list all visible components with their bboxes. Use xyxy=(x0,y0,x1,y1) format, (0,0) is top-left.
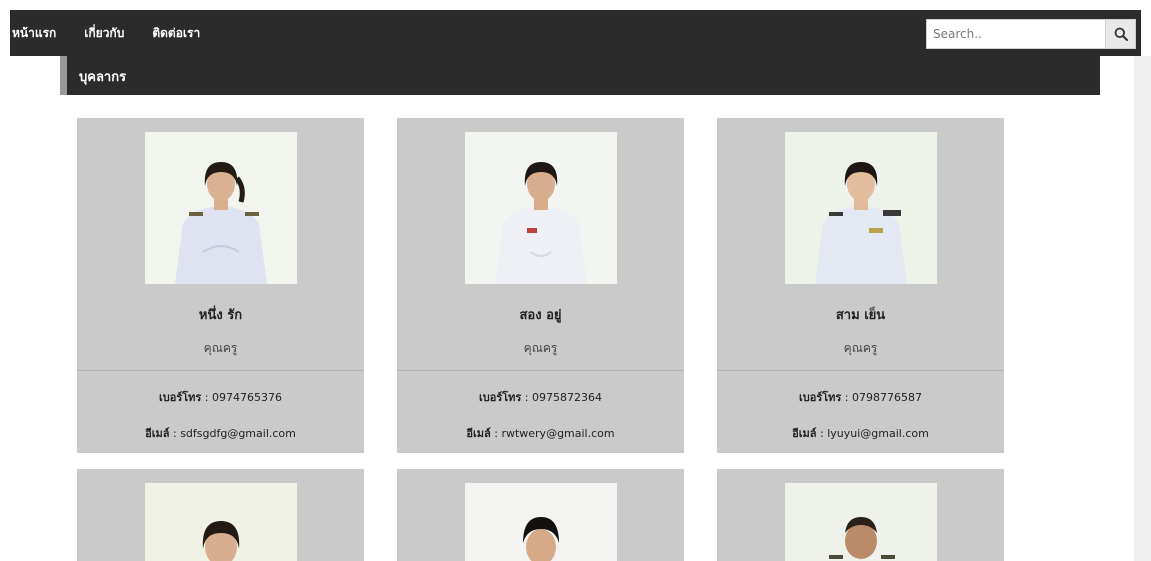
staff-photo xyxy=(465,483,617,561)
staff-phone-line: เบอร์โทร : 0975872364 xyxy=(478,391,603,404)
staff-card xyxy=(77,469,364,561)
page-side-shade xyxy=(1134,56,1151,561)
staff-email: rwtwery@gmail.com xyxy=(501,427,615,440)
section-header: บุคลากร xyxy=(60,56,1100,95)
staff-role: คุณครู xyxy=(203,341,238,355)
staff-name: สาม เย็น xyxy=(835,308,886,323)
staff-name: หนึ่ง รัก xyxy=(198,308,243,323)
main-nav: หน้าแรก เกี่ยวกับ ติดต่อเรา xyxy=(10,10,226,56)
phone-label: เบอร์โทร xyxy=(478,391,522,404)
staff-card xyxy=(397,469,684,561)
staff-card: สอง อยู่ คุณครู เบอร์โทร : 0975872364 อี… xyxy=(397,118,684,453)
staff-card: สาม เย็น คุณครู เบอร์โทร : 0798776587 อี… xyxy=(717,118,1004,453)
person-portrait-icon xyxy=(145,132,297,284)
search-input[interactable] xyxy=(927,20,1106,48)
email-label: อีเมล์ xyxy=(145,427,170,440)
person-portrait-icon xyxy=(145,483,297,561)
staff-phone: 0798776587 xyxy=(852,391,923,404)
staff-phone-line: เบอร์โทร : 0798776587 xyxy=(798,391,923,404)
staff-card xyxy=(717,469,1004,561)
phone-label: เบอร์โทร xyxy=(798,391,842,404)
phone-label: เบอร์โทร xyxy=(158,391,202,404)
staff-photo xyxy=(145,132,297,284)
staff-photo xyxy=(785,483,937,561)
person-portrait-icon xyxy=(785,483,937,561)
nav-about-link[interactable]: เกี่ยวกับ xyxy=(84,24,124,43)
person-portrait-icon xyxy=(465,483,617,561)
section-title: บุคลากร xyxy=(79,70,127,85)
card-divider xyxy=(717,370,1004,371)
staff-name: สอง อยู่ xyxy=(519,308,562,323)
staff-phone: 0975872364 xyxy=(532,391,603,404)
staff-photo xyxy=(145,483,297,561)
card-divider xyxy=(77,370,364,371)
staff-email-line: อีเมล์ : sdfsgdfg@gmail.com xyxy=(145,427,296,440)
email-label: อีเมล์ xyxy=(466,427,491,440)
email-label: อีเมล์ xyxy=(792,427,817,440)
staff-card: หนึ่ง รัก คุณครู เบอร์โทร : 0974765376 อ… xyxy=(77,118,364,453)
staff-phone: 0974765376 xyxy=(212,391,283,404)
nav-contact-link[interactable]: ติดต่อเรา xyxy=(152,24,200,43)
search-box xyxy=(926,19,1136,49)
search-button[interactable] xyxy=(1105,20,1135,48)
staff-phone-line: เบอร์โทร : 0974765376 xyxy=(158,391,283,404)
staff-email-line: อีเมล์ : rwtwery@gmail.com xyxy=(466,427,615,440)
staff-role: คุณครู xyxy=(523,341,558,355)
staff-email: lyuyui@gmail.com xyxy=(827,427,929,440)
staff-role: คุณครู xyxy=(843,341,878,355)
top-navbar: หน้าแรก เกี่ยวกับ ติดต่อเรา xyxy=(10,10,1141,56)
card-divider xyxy=(397,370,684,371)
search-icon xyxy=(1114,27,1128,41)
staff-email: sdfsgdfg@gmail.com xyxy=(180,427,296,440)
nav-home-link[interactable]: หน้าแรก xyxy=(12,24,56,43)
staff-photo xyxy=(785,132,937,284)
person-portrait-icon xyxy=(785,132,937,284)
person-portrait-icon xyxy=(465,132,617,284)
staff-email-line: อีเมล์ : lyuyui@gmail.com xyxy=(792,427,929,440)
staff-photo xyxy=(465,132,617,284)
